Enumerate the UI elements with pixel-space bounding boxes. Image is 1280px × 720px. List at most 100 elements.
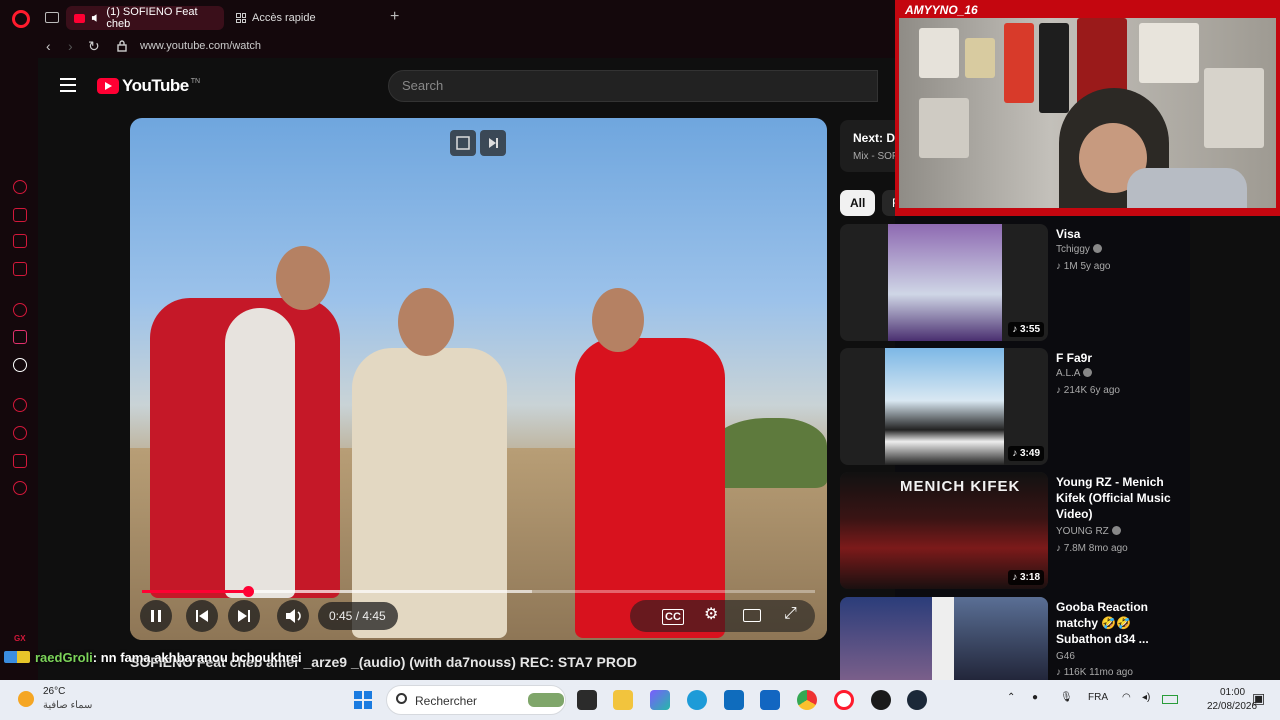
- store-icon[interactable]: [760, 690, 780, 710]
- chat-badge-icon: [4, 651, 30, 663]
- miniplayer-button[interactable]: [450, 130, 476, 156]
- recommendation-channel[interactable]: Tchiggy: [1056, 244, 1102, 255]
- wifi-icon[interactable]: ◠: [1122, 692, 1131, 703]
- tab-quick-access-label: Accès rapide: [252, 12, 316, 24]
- next-button[interactable]: [228, 600, 260, 632]
- chip-all[interactable]: All: [840, 190, 876, 216]
- streamer-shirt: [1127, 168, 1247, 208]
- next-up-title[interactable]: Next: D-: [853, 131, 899, 145]
- microphone-icon[interactable]: 🎙: [1060, 692, 1073, 703]
- youtube-logo[interactable]: YouTube TN: [97, 76, 200, 96]
- volume-icon: [286, 609, 301, 623]
- tab-island-icon[interactable]: [45, 12, 59, 23]
- gx-label: GX: [14, 634, 26, 643]
- person-left-sweater: [225, 308, 295, 598]
- video-player[interactable]: 0:45 / 4:45 CC ⚙ ⤢: [130, 118, 827, 640]
- tray-chevron-icon[interactable]: ⌃: [1007, 692, 1015, 703]
- captions-icon[interactable]: CC: [662, 609, 684, 625]
- volume-tray-icon[interactable]: ◂): [1142, 692, 1150, 703]
- app-icon[interactable]: [871, 690, 891, 710]
- new-tab-button[interactable]: +: [390, 8, 399, 26]
- file-explorer-icon[interactable]: [613, 690, 633, 710]
- recommendation-channel[interactable]: G46: [1056, 651, 1075, 662]
- outlook-icon[interactable]: [724, 690, 744, 710]
- opera-gx-icon[interactable]: [834, 690, 854, 710]
- progress-fill: [142, 590, 248, 593]
- clock-date[interactable]: 22/08/2026: [1207, 701, 1257, 712]
- recommendation-item[interactable]: ♪ 3:55 Visa Tchiggy ♪ 1M 5y ago: [840, 224, 1280, 342]
- recommendation-channel[interactable]: A.L.A: [1056, 368, 1093, 379]
- grid-icon: [236, 13, 246, 23]
- forward-arrow-icon[interactable]: ›: [68, 38, 73, 54]
- chat-message: raedGroli: nn fama akhbaranou bchoukhrei: [4, 650, 302, 665]
- tab-youtube[interactable]: (1) SOFIENO Feat cheb: [66, 6, 224, 30]
- chat-username: raedGroli: [35, 650, 93, 665]
- recommendation-title[interactable]: Visa: [1056, 226, 1186, 242]
- thumbnail-text: MENICH KIFEK: [900, 478, 1021, 495]
- verified-icon: [1111, 526, 1121, 535]
- messenger-icon[interactable]: [13, 262, 27, 276]
- chrome-icon[interactable]: [797, 690, 817, 710]
- instagram-icon[interactable]: [13, 330, 27, 344]
- tiktok-icon[interactable]: [13, 358, 27, 372]
- back-arrow-icon[interactable]: ‹: [46, 38, 51, 54]
- steam-icon[interactable]: [907, 690, 927, 710]
- tab-quick-access[interactable]: Accès rapide: [228, 6, 378, 30]
- history-icon[interactable]: [13, 426, 27, 440]
- url-field[interactable]: www.youtube.com/watch: [140, 40, 261, 52]
- language-indicator[interactable]: FRA: [1088, 692, 1108, 703]
- opera-logo-icon[interactable]: [12, 10, 30, 28]
- recommendation-thumbnail[interactable]: ♪ 3:55: [840, 224, 1048, 341]
- fullscreen-icon[interactable]: ⤢: [784, 606, 797, 622]
- screen: (1) SOFIENO Feat cheb Accès rapide + ‹ ›…: [0, 0, 1280, 720]
- person-right-head: [592, 288, 644, 352]
- search-input[interactable]: Search: [388, 70, 878, 102]
- recommendation-channel[interactable]: YOUNG RZ: [1056, 526, 1121, 537]
- recommendation-thumbnail[interactable]: [840, 597, 1048, 680]
- recommendation-item[interactable]: ♪ 3:49 F Fa9r A.L.A ♪ 214K 6y ago: [840, 348, 1280, 466]
- next-up-card[interactable]: [840, 120, 896, 172]
- edge-icon[interactable]: [687, 690, 707, 710]
- miniplayer-icon: [456, 136, 470, 150]
- recommendation-thumbnail[interactable]: MENICH KIFEK ♪ 3:18: [840, 472, 1048, 589]
- next-up-subtitle: Mix - SOF: [853, 151, 898, 162]
- temperature[interactable]: 26°C: [43, 686, 65, 697]
- pause-button[interactable]: [140, 600, 172, 632]
- recommendation-item[interactable]: MENICH KIFEK ♪ 3:18 Young RZ - Menich Ki…: [840, 472, 1280, 590]
- volume-button[interactable]: [277, 600, 309, 632]
- duration-badge: ♪ 3:18: [1008, 570, 1044, 585]
- theater-mode-icon[interactable]: [743, 609, 761, 622]
- tray-app-icon[interactable]: ●: [1032, 692, 1038, 703]
- settings-gear-icon[interactable]: [13, 481, 27, 495]
- recommendation-title[interactable]: F Fa9r: [1056, 350, 1186, 366]
- recommendation-title[interactable]: Young RZ - Menich Kifek (Official Music …: [1056, 474, 1186, 522]
- notification-icon[interactable]: ▣: [1252, 690, 1265, 707]
- person-middle: [352, 348, 507, 638]
- skip-overlay-button[interactable]: [480, 130, 506, 156]
- menu-icon[interactable]: [60, 78, 76, 92]
- recommendation-thumbnail[interactable]: ♪ 3:49: [840, 348, 1048, 465]
- recommendation-item[interactable]: Gooba Reaction matchy 🤣🤣 Subathon d34 ..…: [840, 597, 1280, 680]
- recommendation-title[interactable]: Gooba Reaction matchy 🤣🤣 Subathon d34 ..…: [1056, 599, 1186, 647]
- settings-icon[interactable]: ⚙: [704, 607, 718, 623]
- weather-icon[interactable]: [18, 691, 34, 707]
- extensions-icon[interactable]: [13, 454, 27, 468]
- previous-icon: [196, 610, 208, 622]
- battery-icon[interactable]: [1162, 695, 1178, 704]
- m365-icon[interactable]: [650, 690, 670, 710]
- reload-icon[interactable]: ↻: [88, 38, 100, 55]
- speed-dial-icon[interactable]: [13, 180, 27, 194]
- clock-time[interactable]: 01:00: [1220, 687, 1245, 698]
- progress-scrubber[interactable]: [243, 586, 254, 597]
- start-icon[interactable]: [354, 691, 372, 709]
- search-icon: [396, 693, 407, 704]
- discount-icon[interactable]: [13, 303, 27, 317]
- cleaner-icon[interactable]: [13, 208, 27, 222]
- address-bar: ‹ › ↻ www.youtube.com/watch: [0, 36, 895, 58]
- task-view-icon[interactable]: [577, 690, 597, 710]
- gx-corner-icon[interactable]: [13, 234, 27, 248]
- player-icon[interactable]: [13, 398, 27, 412]
- previous-button[interactable]: [186, 600, 218, 632]
- speaker-icon[interactable]: [91, 13, 100, 23]
- search-highlight-icon[interactable]: [528, 693, 564, 707]
